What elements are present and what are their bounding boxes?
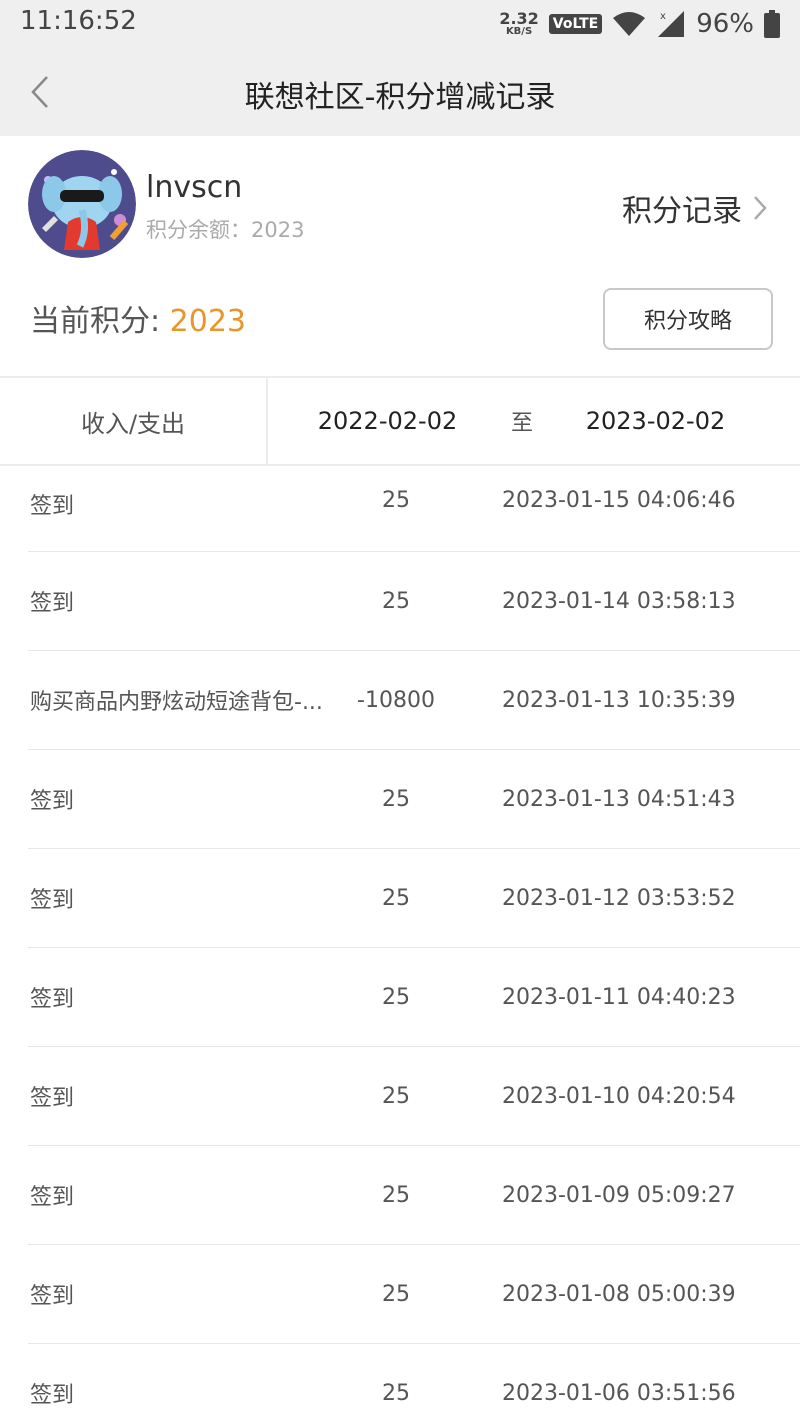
record-description: 签到 (30, 1185, 75, 1210)
username: lnvscn (146, 170, 243, 205)
current-points-label: 当前积分: (30, 304, 170, 339)
list-item: 签到 25 2023-01-11 04:40:23 (28, 948, 800, 1047)
record-time: 2023-01-13 10:35:39 (502, 687, 736, 713)
list-item: 签到 25 2023-01-08 05:00:39 (28, 1245, 800, 1344)
list-item: 签到 25 2023-01-09 05:09:27 (28, 1146, 800, 1245)
chevron-right-icon (754, 196, 767, 220)
avatar[interactable] (28, 150, 136, 258)
points-balance: 积分余额：2023 (146, 218, 305, 242)
record-description: 签到 (30, 1086, 75, 1111)
svg-text:x: x (660, 11, 666, 22)
record-description: 签到 (30, 888, 75, 913)
network-speed: 2.32 KB/S (499, 11, 538, 37)
list-item: 签到 25 2023-01-06 03:51:56 (28, 1344, 800, 1422)
record-amount: 25 (382, 1182, 410, 1208)
record-time: 2023-01-15 04:06:46 (502, 488, 736, 513)
record-time: 2023-01-11 04:40:23 (502, 984, 736, 1010)
income-expense-filter[interactable]: 收入/支出 (0, 378, 268, 464)
avatar-image (28, 150, 136, 258)
record-description: 签到 (30, 789, 75, 814)
network-speed-value: 2.32 (499, 9, 539, 28)
status-icons: 2.32 KB/S VoLTE x 96% (499, 4, 780, 44)
list-item: 签到 25 2023-01-13 04:51:43 (28, 750, 800, 849)
battery-icon (764, 10, 780, 38)
record-time: 2023-01-06 03:51:56 (502, 1380, 736, 1406)
list-item: 签到 25 2023-01-14 03:58:13 (28, 552, 800, 651)
record-amount: 25 (382, 885, 410, 911)
end-date-picker[interactable]: 2023-02-02 (568, 378, 743, 464)
current-points: 当前积分: 2023 (30, 296, 246, 340)
wifi-icon (613, 12, 646, 36)
record-time: 2023-01-14 03:58:13 (502, 588, 736, 614)
volte-badge: VoLTE (548, 14, 603, 34)
list-item: 签到 25 2023-01-15 04:06:46 (28, 466, 800, 552)
record-time: 2023-01-08 05:00:39 (502, 1281, 736, 1307)
record-description: 签到 (30, 987, 75, 1012)
points-record-link[interactable]: 积分记录 (622, 186, 768, 230)
record-time: 2023-01-12 03:53:52 (502, 885, 736, 911)
list-item: 签到 25 2023-01-10 04:20:54 (28, 1047, 800, 1146)
record-description: 签到 (30, 494, 75, 519)
cell-signal-icon: x (658, 11, 685, 37)
record-time: 2023-01-09 05:09:27 (502, 1182, 736, 1208)
record-description: 签到 (30, 591, 75, 616)
list-item: 签到 25 2023-01-12 03:53:52 (28, 849, 800, 948)
record-amount: 25 (382, 1380, 410, 1406)
nav-bar: 联想社区-积分增减记录 (0, 48, 800, 136)
record-amount: 25 (382, 786, 410, 812)
record-amount: 25 (382, 1281, 410, 1307)
record-description: 签到 (30, 1383, 75, 1408)
record-time: 2023-01-13 04:51:43 (502, 786, 736, 812)
record-description: 签到 (30, 1284, 75, 1309)
status-time: 11:16:52 (20, 6, 137, 36)
points-record-label: 积分记录 (622, 194, 742, 229)
page-title: 联想社区-积分增减记录 (244, 80, 556, 115)
start-date-picker[interactable]: 2022-02-02 (300, 378, 475, 464)
record-amount: -10800 (357, 687, 435, 713)
status-bar: 11:16:52 2.32 KB/S VoLTE x 96% (0, 0, 800, 48)
record-amount: 25 (382, 984, 410, 1010)
record-time: 2023-01-10 04:20:54 (502, 1083, 736, 1109)
filter-bar: 收入/支出 2022-02-02 至 2023-02-02 (0, 376, 800, 466)
profile-section: lnvscn 积分余额：2023 积分记录 当前积分: 2023 积分攻略 (0, 136, 800, 376)
date-separator: 至 (510, 411, 533, 436)
list-item: 购买商品内野炫动短途背包-... -10800 2023-01-13 10:35… (28, 651, 800, 750)
records-list[interactable]: 签到 25 2023-01-15 04:06:46 签到 25 2023-01-… (0, 466, 800, 1422)
current-points-value: 2023 (169, 304, 247, 339)
record-amount: 25 (382, 488, 410, 513)
record-description: 购买商品内野炫动短途背包-... (30, 690, 323, 715)
points-guide-button[interactable]: 积分攻略 (603, 288, 773, 350)
battery-percent: 96% (696, 9, 754, 39)
record-amount: 25 (382, 1083, 410, 1109)
network-speed-unit: KB/S (505, 26, 533, 37)
record-amount: 25 (382, 588, 410, 614)
